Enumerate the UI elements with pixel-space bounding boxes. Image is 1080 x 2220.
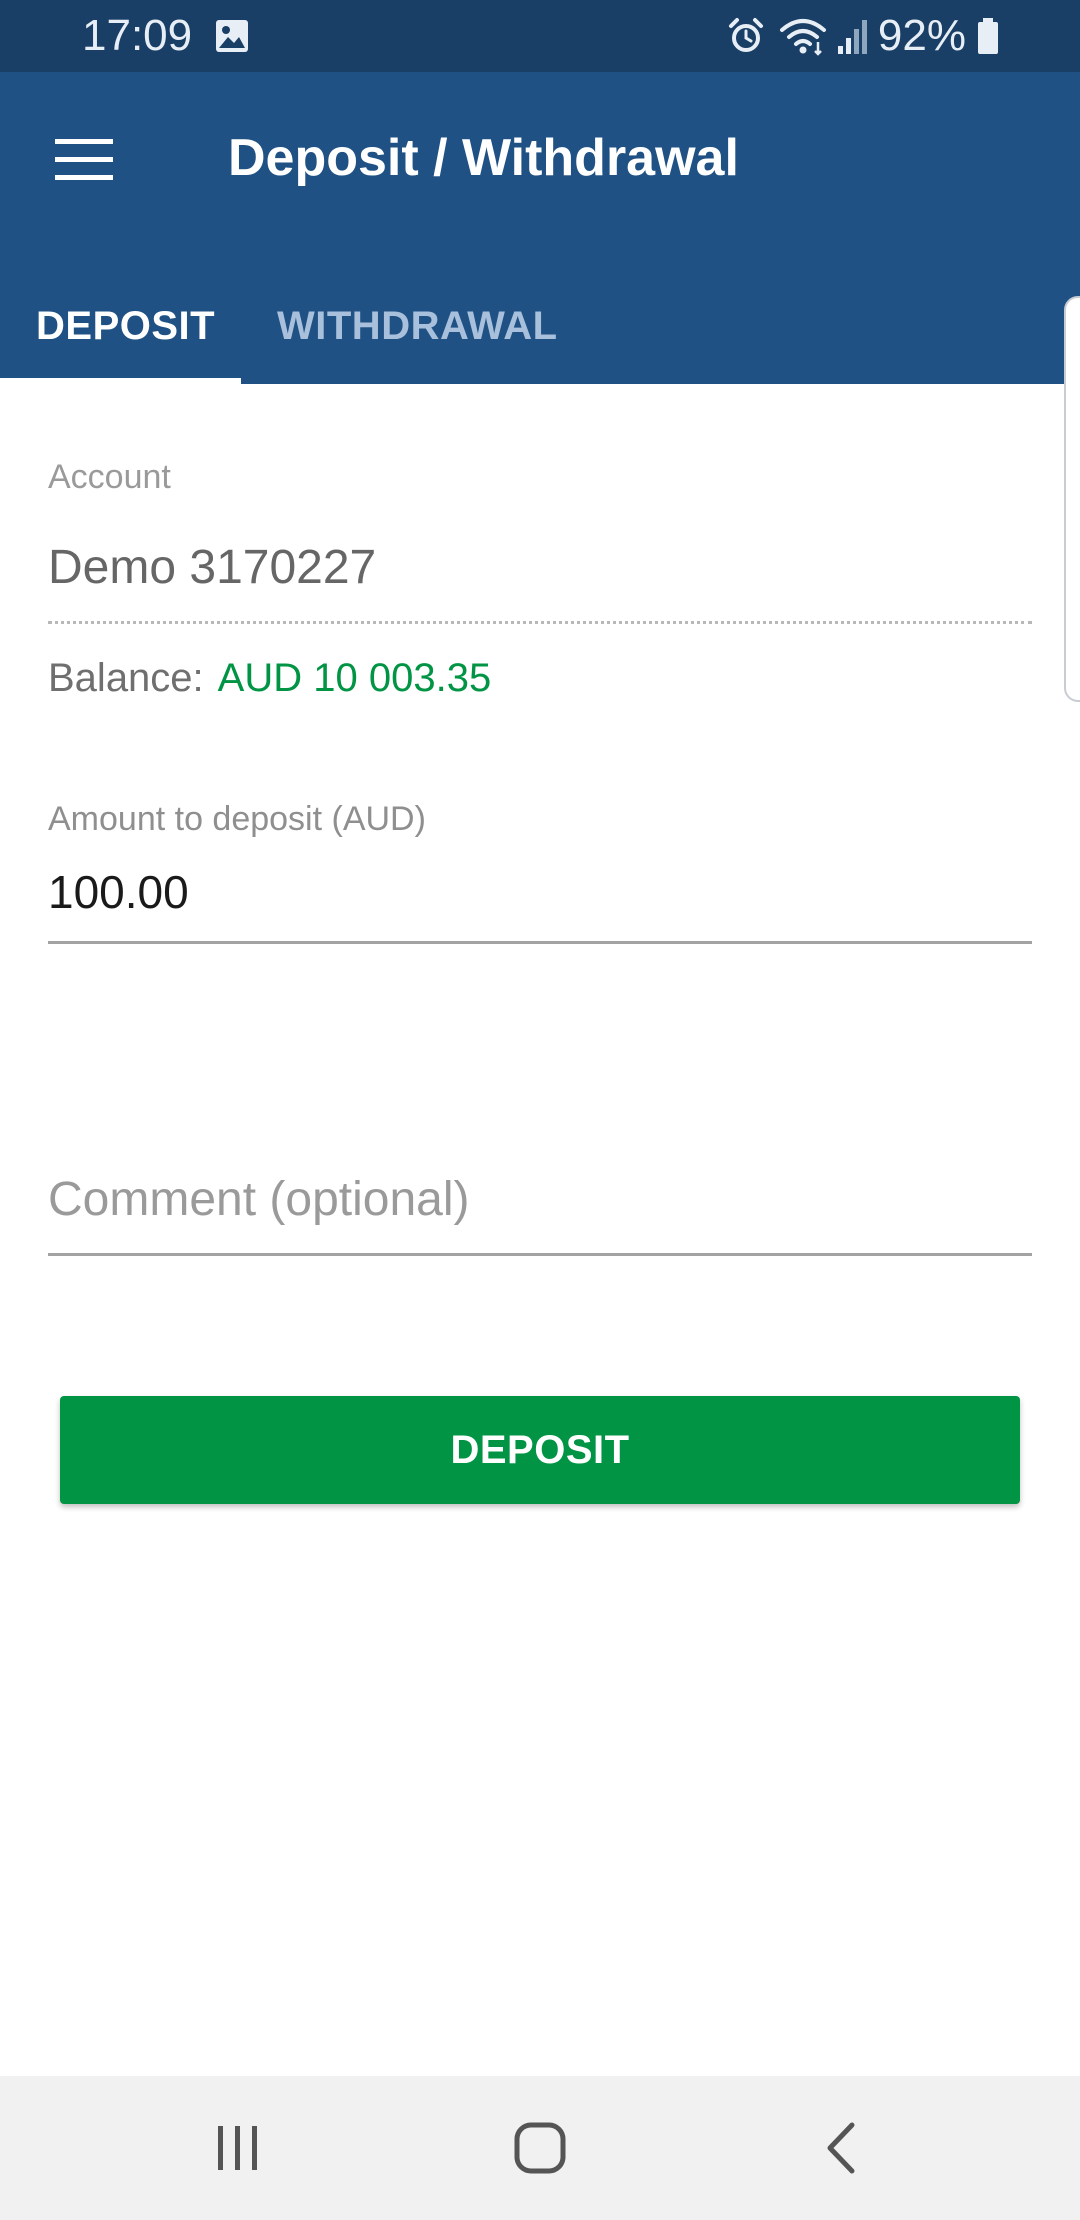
- deposit-button[interactable]: DEPOSIT: [60, 1396, 1020, 1504]
- signal-icon: [836, 16, 870, 56]
- amount-input[interactable]: 100.00: [48, 860, 1032, 944]
- balance-value: AUD 10 003.35: [217, 656, 492, 700]
- comment-input[interactable]: Comment (optional): [48, 1168, 1032, 1256]
- battery-percentage: 92%: [877, 11, 966, 60]
- battery-icon: [976, 16, 1000, 56]
- back-icon[interactable]: [792, 2098, 892, 2198]
- deposit-button-label: DEPOSIT: [450, 1427, 630, 1472]
- edge-panel-handle[interactable]: [1064, 296, 1080, 702]
- status-bar: 17:09 92%: [0, 0, 1080, 72]
- balance-label: Balance:: [48, 656, 204, 700]
- tab-deposit-label: DEPOSIT: [36, 303, 216, 348]
- amount-label: Amount to deposit (AUD): [48, 800, 426, 838]
- tab-withdrawal-label: WITHDRAWAL: [277, 303, 558, 348]
- balance-row: Balance: AUD 10 003.35: [48, 652, 491, 704]
- tab-deposit[interactable]: DEPOSIT: [0, 268, 241, 384]
- amount-value: 100.00: [48, 866, 189, 918]
- account-label: Account: [48, 458, 171, 496]
- tab-withdrawal[interactable]: WITHDRAWAL: [241, 268, 594, 384]
- gallery-icon: [214, 18, 250, 54]
- comment-placeholder: Comment (optional): [48, 1173, 470, 1226]
- account-value: Demo 3170227: [48, 541, 377, 594]
- navigation-bar: [0, 2076, 1080, 2220]
- home-icon[interactable]: [490, 2098, 590, 2198]
- status-icons: 92%: [726, 10, 1000, 62]
- recents-icon[interactable]: [188, 2098, 288, 2198]
- hamburger-menu-icon[interactable]: [40, 116, 128, 204]
- page-title: Deposit / Withdrawal: [228, 129, 739, 187]
- status-time: 17:09: [82, 11, 193, 60]
- app-bar: Deposit / Withdrawal DEPOSIT WITHDRAWAL: [0, 72, 1080, 384]
- alarm-icon: [726, 16, 766, 56]
- wifi-icon: [778, 16, 828, 56]
- account-select[interactable]: Demo 3170227: [48, 534, 1032, 624]
